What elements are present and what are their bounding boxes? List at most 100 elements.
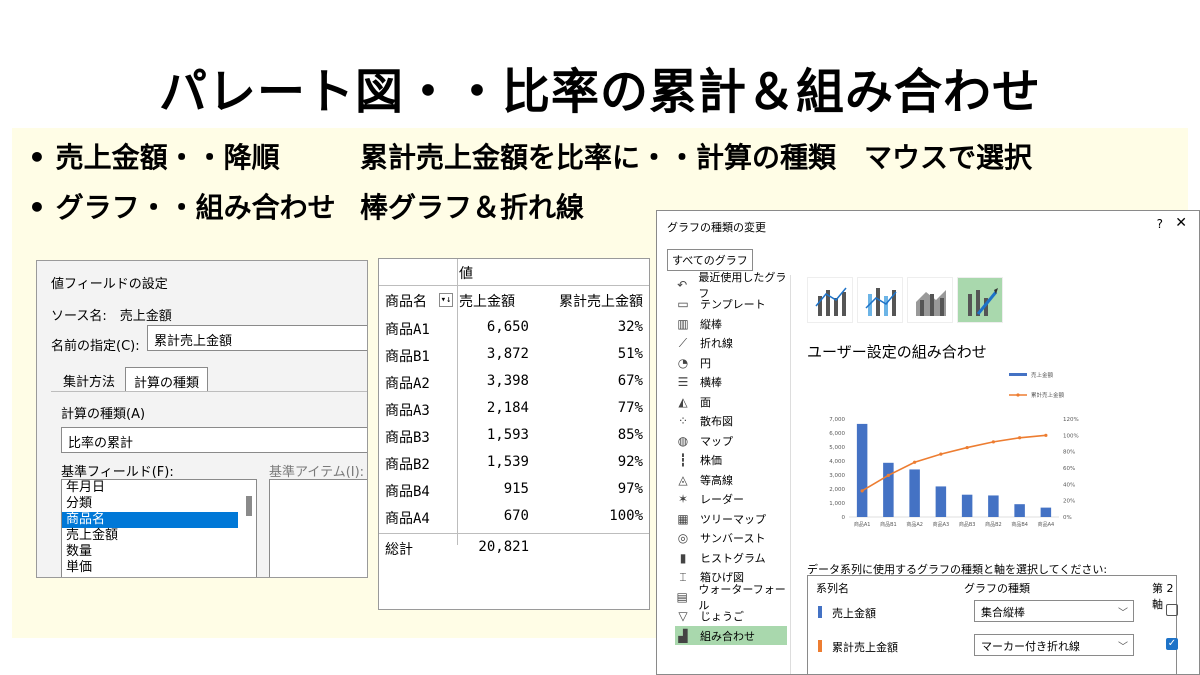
help-button[interactable]: ?	[1157, 217, 1163, 231]
col-type-header: グラフの種類	[964, 582, 1030, 595]
x-tick-label: 商品B3	[959, 521, 976, 528]
chart-type-item[interactable]: ▤ ウォーターフォール	[675, 583, 787, 612]
pivot-total-row: 総計 20,821	[379, 535, 649, 561]
series-type-value: 集合縦棒	[981, 606, 1025, 619]
custom-name-input[interactable]: 累計売上金額	[147, 325, 367, 351]
combo-clustered-line-icon[interactable]	[807, 277, 853, 323]
table-row[interactable]: 商品B3 1,593 85%	[379, 423, 649, 449]
chart-type-label: テンプレート	[700, 298, 766, 311]
table-row[interactable]: 商品A2 3,398 67%	[379, 369, 649, 395]
chart-type-item[interactable]: ☰ 横棒	[675, 373, 787, 392]
value-field-settings-dialog: 値フィールドの設定 ソース名: 売上金額 名前の指定(C): 累計売上金額 集計…	[36, 260, 368, 578]
line-marker	[939, 452, 943, 456]
template-icon: ▭	[677, 297, 689, 311]
calc-type-select[interactable]: 比率の累計	[61, 427, 367, 453]
chart-type-label: 横棒	[700, 376, 722, 389]
chart-type-label: 等高線	[700, 473, 733, 487]
table-row[interactable]: 商品A3 2,184 77%	[379, 396, 649, 422]
col-product-header: 商品名	[385, 294, 427, 310]
product-name: 商品A3	[385, 403, 430, 419]
chart-type-item[interactable]: ▦ ツリーマップ	[675, 509, 787, 528]
chart-type-item[interactable]: ┇ 株価	[675, 451, 787, 470]
combo-heading: ユーザー設定の組み合わせ	[807, 343, 987, 361]
product-name: 商品A4	[385, 511, 430, 527]
pivot-header-row: 商品名 ▾↓ 売上金額 累計売上金額	[379, 287, 649, 313]
cumulative-percent: 92%	[617, 454, 643, 470]
series-type-dropdown[interactable]: 集合縦棒 ﹀	[974, 600, 1134, 622]
map-icon: ◍	[677, 433, 689, 448]
chart-type-item[interactable]: ⟋ 折れ線	[675, 334, 787, 353]
chart-type-label: ツリーマップ	[700, 512, 766, 526]
series-type-value: マーカー付き折れ線	[981, 640, 1080, 653]
secondary-axis-checkbox[interactable]: ✓	[1166, 638, 1178, 650]
bullet-chart: • グラフ・・組み合わせ 棒グラフ＆折れ線	[28, 186, 584, 226]
combo-subtype-glyph	[815, 287, 847, 316]
series-name: 売上金額	[832, 607, 876, 620]
series-type-dropdown[interactable]: マーカー付き折れ線 ﹀	[974, 634, 1134, 656]
list-item[interactable]: 年月日	[62, 480, 238, 496]
scroll-thumb[interactable]	[246, 496, 252, 516]
x-tick-label: 商品B1	[880, 521, 897, 528]
chart-type-item[interactable]: ◭ 面	[675, 392, 787, 411]
table-row[interactable]: 商品B2 1,539 92%	[379, 450, 649, 476]
table-row[interactable]: 商品A1 6,650 32%	[379, 315, 649, 341]
cumulative-percent: 51%	[617, 346, 643, 362]
list-item[interactable]: 分類	[62, 496, 238, 512]
sales-value: 2,184	[486, 400, 529, 416]
chart-type-item[interactable]: ◔ 円	[675, 353, 787, 372]
combo-area-column-icon[interactable]	[907, 277, 953, 323]
product-name: 商品B2	[385, 457, 430, 473]
chart-preview: 0 1,000 2,000 3,000 4,000 5,000 6,000 7,000 0% 20…	[813, 363, 1097, 539]
tab-summarize[interactable]: 集計方法	[55, 367, 123, 391]
combo-secondary-axis-icon[interactable]	[857, 277, 903, 323]
list-item[interactable]: 数量	[62, 544, 238, 560]
recent-icon: ↶	[677, 277, 688, 292]
secondary-axis-checkbox[interactable]	[1166, 604, 1178, 616]
list-item[interactable]: 売上金額	[62, 528, 238, 544]
treemap-icon: ▦	[677, 511, 689, 526]
chart-type-item[interactable]: ▥ 縦棒	[675, 314, 787, 333]
line-icon: ⟋	[678, 335, 688, 350]
base-field-list[interactable]: 年月日 分類 商品名 売上金額 数量 単価	[61, 479, 257, 577]
y2-tick-label: 40%	[1063, 482, 1075, 488]
list-item-selected[interactable]: 商品名	[62, 512, 238, 528]
chart-type-item[interactable]: ▟ 組み合わせ	[675, 626, 787, 645]
chart-type-item[interactable]: ◎ サンバースト	[675, 529, 787, 548]
total-value: 20,821	[478, 539, 529, 555]
chart-type-item[interactable]: ◬ 等高線	[675, 470, 787, 489]
bar	[935, 486, 947, 517]
chart-type-item[interactable]: ✶ レーダー	[675, 490, 787, 509]
column-icon: ▥	[677, 316, 689, 331]
table-row[interactable]: 商品B4 915 97%	[379, 477, 649, 503]
table-row[interactable]: 商品A4 670 100%	[379, 504, 649, 530]
chevron-down-icon: ﹀	[1118, 642, 1128, 653]
chart-type-label: ヒストグラム	[700, 551, 766, 565]
base-item-list[interactable]	[269, 479, 367, 577]
chart-type-item[interactable]: ↶ 最近使用したグラフ	[675, 271, 787, 300]
chart-type-item[interactable]: ◍ マップ	[675, 431, 787, 450]
chart-type-label: じょうご	[700, 610, 744, 623]
combo-custom-icon[interactable]	[957, 277, 1003, 323]
bar	[988, 495, 999, 517]
bullet-sort-desc: 累計売上金額を比率に・・計算の種類 マウスで選択	[360, 141, 1033, 174]
tab-calculation[interactable]: 計算の種類	[125, 367, 209, 391]
chart-type-item[interactable]: ▽ じょうご	[675, 607, 787, 626]
chart-type-item[interactable]: ⁘ 散布図	[675, 412, 787, 431]
divider	[379, 285, 649, 286]
sort-filter-icon[interactable]: ▾↓	[439, 293, 453, 307]
sales-value: 670	[503, 508, 529, 524]
chart-type-label: 面	[700, 395, 711, 409]
table-row[interactable]: 商品B1 3,872 51%	[379, 342, 649, 368]
legend-swatch	[1009, 373, 1027, 376]
close-button[interactable]: ✕	[1175, 215, 1187, 231]
y2-tick-label: 120%	[1063, 417, 1079, 423]
base-item-label: 基準アイテム(I):	[269, 465, 365, 480]
dialog-title: グラフの種類の変更	[667, 221, 766, 234]
series-config-table: 系列名 グラフの種類 第 2 軸 売上金額 集合縦棒 ﹀ 累計売上金額 マーカー付…	[807, 575, 1178, 674]
y2-tick-label: 100%	[1063, 433, 1079, 439]
line-marker	[860, 489, 864, 493]
list-item[interactable]: 単価	[62, 560, 238, 576]
chart-type-item[interactable]: ▮ ヒストグラム	[675, 548, 787, 567]
chart-type-item[interactable]: ▭ テンプレート	[675, 295, 787, 314]
list-scrollbar[interactable]	[244, 484, 254, 574]
